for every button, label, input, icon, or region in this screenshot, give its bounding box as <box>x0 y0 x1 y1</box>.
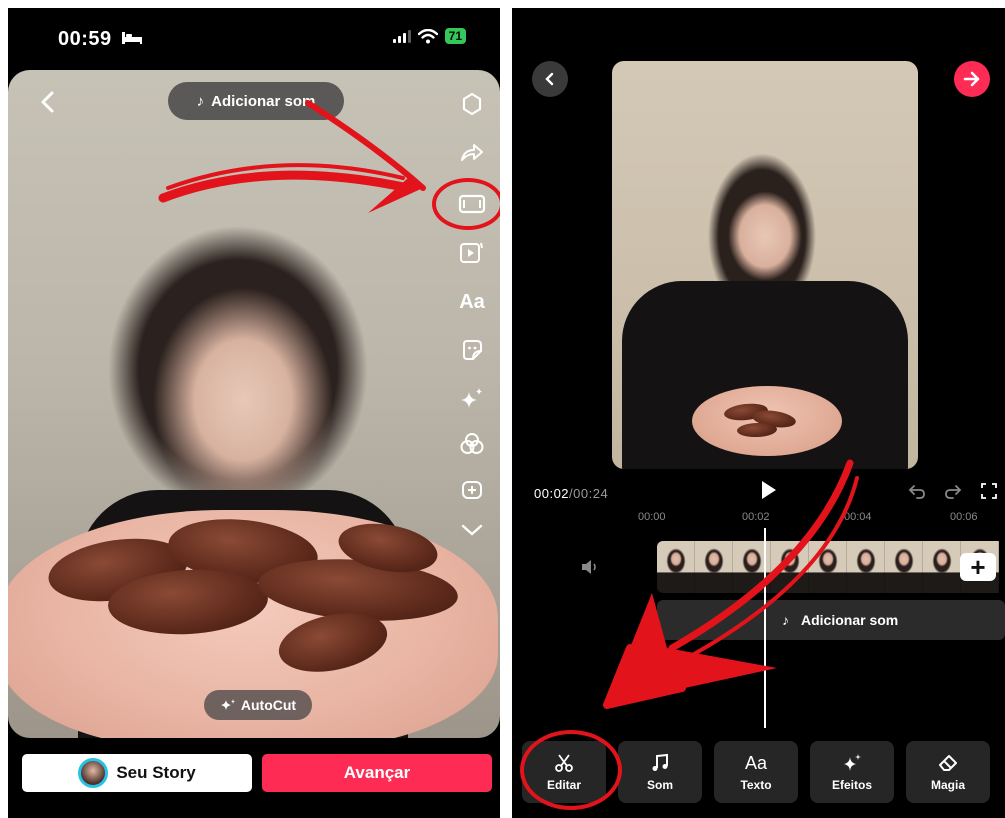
ruler-tick: 00:00 <box>638 511 666 523</box>
total-time: 00:24 <box>573 486 609 501</box>
back-icon[interactable] <box>36 90 60 114</box>
your-story-label: Seu Story <box>116 763 196 782</box>
ruler-tick: 00:06 <box>950 511 978 523</box>
music-note-icon <box>650 752 670 774</box>
video-preview[interactable] <box>8 70 500 738</box>
status-time: 00:59 <box>58 28 112 50</box>
sparkle-icon <box>841 752 863 774</box>
video-frame <box>695 541 733 593</box>
status-indicators: 71 <box>392 28 466 44</box>
video-frame <box>847 541 885 593</box>
wifi-icon <box>417 28 438 43</box>
sleep-mode-icon <box>122 32 142 44</box>
current-time: 00:02 <box>534 486 570 501</box>
play-icon[interactable] <box>757 479 779 501</box>
video-frame <box>657 541 695 593</box>
battery-indicator: 71 <box>444 28 466 44</box>
tool-text-label: Texto <box>740 778 772 792</box>
autocut-button[interactable]: AutoCut <box>204 690 312 720</box>
fullscreen-icon[interactable] <box>980 482 998 500</box>
status-bar: 00:59 71 <box>8 8 500 68</box>
text-icon[interactable]: Aa <box>454 286 490 318</box>
sparkle-icon <box>220 699 235 710</box>
video-frame <box>885 541 923 593</box>
arrow-right-icon <box>963 71 980 87</box>
add-sound-button[interactable]: ♪ Adicionar som <box>168 82 344 120</box>
left-screen: 00:59 71 ♪ Adicionar som Aa AutoCut Seu … <box>8 8 500 818</box>
add-sound-track[interactable]: ♪ Adicionar som <box>657 600 1005 640</box>
add-clip-button[interactable]: + <box>960 553 996 581</box>
tool-text[interactable]: Aa Texto <box>714 741 798 803</box>
playhead[interactable] <box>764 528 766 728</box>
volume-icon[interactable] <box>580 558 600 576</box>
magic-eraser-icon <box>937 752 959 774</box>
templates-icon[interactable] <box>454 236 490 268</box>
avatar <box>78 758 109 788</box>
annotation-circle-edit <box>520 730 622 810</box>
tool-sound[interactable]: Som <box>618 741 702 803</box>
text-icon: Aa <box>744 752 768 773</box>
back-icon <box>545 72 554 86</box>
your-story-button[interactable]: Seu Story <box>22 754 252 792</box>
video-frame <box>771 541 809 593</box>
tool-magic[interactable]: Magia <box>906 741 990 803</box>
effects-sparkle-icon[interactable] <box>454 382 490 414</box>
signal-icon <box>392 29 411 43</box>
share-icon[interactable] <box>454 136 490 168</box>
time-readout: 00:02/00:24 <box>534 486 609 501</box>
right-screen: 00:02/00:24 00:00 00:02 00:04 00:06 + ♪ … <box>512 8 1005 818</box>
annotation-circle-adjust-clips <box>432 178 500 230</box>
back-button[interactable] <box>532 61 568 97</box>
video-frame <box>809 541 847 593</box>
settings-icon[interactable] <box>454 88 490 120</box>
next-button[interactable]: Avançar <box>262 754 492 792</box>
ruler-tick: 00:02 <box>742 511 770 523</box>
video-frame <box>923 541 961 593</box>
video-preview[interactable] <box>612 61 918 469</box>
add-sound-label: Adicionar som <box>211 92 316 110</box>
video-track[interactable] <box>657 541 1005 593</box>
sticker-icon[interactable] <box>454 334 490 366</box>
tool-effects[interactable]: Efeitos <box>810 741 894 803</box>
music-note-icon: ♪ <box>782 612 789 628</box>
chevron-down-icon[interactable] <box>454 514 490 546</box>
tool-magic-label: Magia <box>930 778 965 792</box>
add-sound-track-label: Adicionar som <box>801 612 899 628</box>
tool-sound-label: Som <box>646 778 673 792</box>
filters-icon[interactable] <box>454 428 490 460</box>
ruler-tick: 00:04 <box>844 511 872 523</box>
next-arrow-button[interactable] <box>954 61 990 97</box>
plus-icon: + <box>970 552 986 582</box>
autocut-label: AutoCut <box>240 697 297 713</box>
add-overlay-icon[interactable] <box>454 474 490 506</box>
music-note-icon: ♪ <box>196 92 205 110</box>
redo-icon[interactable] <box>944 482 962 500</box>
tool-effects-label: Efeitos <box>831 778 872 792</box>
undo-icon[interactable] <box>908 482 926 500</box>
